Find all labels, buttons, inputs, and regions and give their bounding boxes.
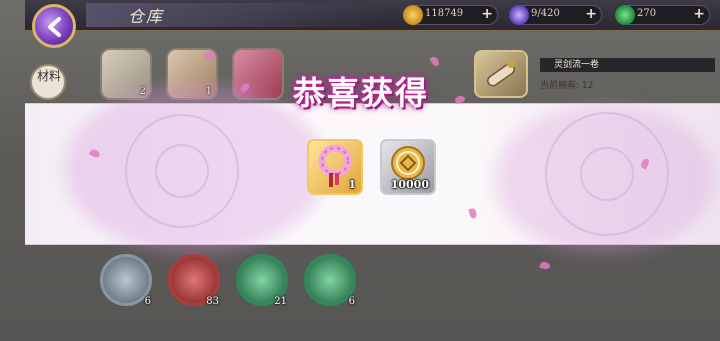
jade-resource: 270 + [615,5,710,25]
inventory-slot[interactable]: 6 [304,254,356,307]
add-gold-button[interactable]: + [481,6,493,22]
decorative-ring [580,147,634,201]
inventory-slot[interactable]: 83 [168,254,220,307]
chevron-left-icon [48,17,61,37]
inventory-slot[interactable]: 21 [236,254,288,307]
decorative-ring [155,144,209,198]
gold-coin-icon [403,5,423,25]
gold-resource: 118749 + [403,5,498,25]
back-button[interactable] [32,4,76,48]
detail-item-name: 灵剑流一卷 [540,58,715,72]
reward-item[interactable]: 10000 [380,139,436,195]
petal-decoration [539,260,551,271]
spirit-resource: 9/420 + [509,5,602,25]
reward-title: 恭喜获得 [293,74,430,112]
reward-item[interactable]: 1 [307,139,363,195]
petal-decoration [429,55,441,68]
green-jade-icon [615,5,635,25]
reward-modal[interactable] [25,84,720,254]
tab-materials[interactable]: 材料 [30,64,66,100]
page-title: 仓库 [128,7,165,26]
detail-owned-count: 当前拥有: 12 [540,81,594,91]
purple-orb-icon [509,5,529,25]
inventory-slot[interactable]: 6 [100,254,152,307]
scroll-item-icon [474,50,528,98]
add-jade-button[interactable]: + [693,6,705,22]
add-spirit-button[interactable]: + [585,6,597,22]
game-screen: 仓库 118749 + 9/420 + 270 + 材料 2 1 灵剑流一卷 当… [0,0,720,341]
